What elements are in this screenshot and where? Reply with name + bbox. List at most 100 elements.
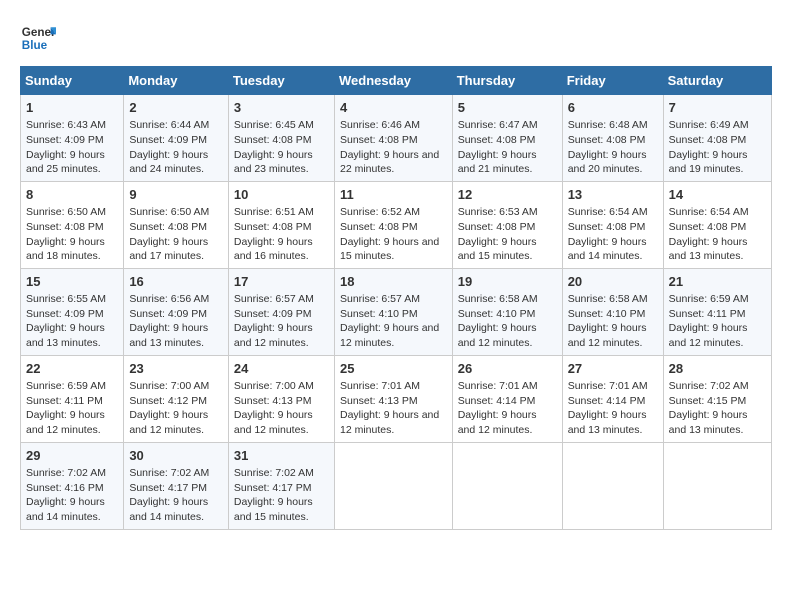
daylight-text: Daylight: 9 hours and 14 minutes. xyxy=(26,496,105,523)
daylight-text: Daylight: 9 hours and 17 minutes. xyxy=(129,236,208,263)
day-number: 13 xyxy=(568,186,658,204)
calendar-cell: 20Sunrise: 6:58 AMSunset: 4:10 PMDayligh… xyxy=(562,268,663,355)
calendar-week-row: 8Sunrise: 6:50 AMSunset: 4:08 PMDaylight… xyxy=(21,181,772,268)
daylight-text: Daylight: 9 hours and 12 minutes. xyxy=(129,409,208,436)
daylight-text: Daylight: 9 hours and 14 minutes. xyxy=(129,496,208,523)
day-number: 31 xyxy=(234,447,329,465)
day-number: 9 xyxy=(129,186,223,204)
day-number: 6 xyxy=(568,99,658,117)
sunset-text: Sunset: 4:08 PM xyxy=(340,221,418,233)
sunrise-text: Sunrise: 6:59 AM xyxy=(669,293,749,305)
sunset-text: Sunset: 4:14 PM xyxy=(458,395,536,407)
sunrise-text: Sunrise: 7:02 AM xyxy=(129,467,209,479)
calendar-cell: 21Sunrise: 6:59 AMSunset: 4:11 PMDayligh… xyxy=(663,268,771,355)
daylight-text: Daylight: 9 hours and 13 minutes. xyxy=(568,409,647,436)
column-header-wednesday: Wednesday xyxy=(334,67,452,95)
sunset-text: Sunset: 4:08 PM xyxy=(458,134,536,146)
daylight-text: Daylight: 9 hours and 12 minutes. xyxy=(340,409,439,436)
day-number: 27 xyxy=(568,360,658,378)
sunset-text: Sunset: 4:09 PM xyxy=(26,308,104,320)
day-number: 15 xyxy=(26,273,118,291)
day-number: 23 xyxy=(129,360,223,378)
daylight-text: Daylight: 9 hours and 15 minutes. xyxy=(458,236,537,263)
calendar-cell: 28Sunrise: 7:02 AMSunset: 4:15 PMDayligh… xyxy=(663,355,771,442)
day-number: 24 xyxy=(234,360,329,378)
daylight-text: Daylight: 9 hours and 12 minutes. xyxy=(458,409,537,436)
daylight-text: Daylight: 9 hours and 12 minutes. xyxy=(340,322,439,349)
sunset-text: Sunset: 4:08 PM xyxy=(129,221,207,233)
day-number: 12 xyxy=(458,186,557,204)
sunset-text: Sunset: 4:13 PM xyxy=(340,395,418,407)
column-header-friday: Friday xyxy=(562,67,663,95)
calendar-cell: 25Sunrise: 7:01 AMSunset: 4:13 PMDayligh… xyxy=(334,355,452,442)
daylight-text: Daylight: 9 hours and 15 minutes. xyxy=(234,496,313,523)
daylight-text: Daylight: 9 hours and 13 minutes. xyxy=(26,322,105,349)
day-number: 16 xyxy=(129,273,223,291)
sunrise-text: Sunrise: 6:59 AM xyxy=(26,380,106,392)
calendar-week-row: 1Sunrise: 6:43 AMSunset: 4:09 PMDaylight… xyxy=(21,95,772,182)
svg-text:Blue: Blue xyxy=(22,39,48,52)
daylight-text: Daylight: 9 hours and 24 minutes. xyxy=(129,149,208,176)
sunrise-text: Sunrise: 6:47 AM xyxy=(458,119,538,131)
daylight-text: Daylight: 9 hours and 18 minutes. xyxy=(26,236,105,263)
calendar-cell: 31 Sunrise: 7:02 AM Sunset: 4:17 PM Dayligh… xyxy=(228,442,334,529)
day-number: 5 xyxy=(458,99,557,117)
sunset-text: Sunset: 4:08 PM xyxy=(568,134,646,146)
calendar-cell: 23 Sunrise: 7:00 AM Sunset: 4:12 PM Dayligh… xyxy=(124,355,229,442)
daylight-text: Daylight: 9 hours and 15 minutes. xyxy=(340,236,439,263)
sunset-text: Sunset: 4:10 PM xyxy=(340,308,418,320)
sunrise-text: Sunrise: 7:00 AM xyxy=(129,380,209,392)
day-number: 3 xyxy=(234,99,329,117)
sunrise-text: Sunrise: 7:01 AM xyxy=(568,380,648,392)
sunrise-text: Sunrise: 7:01 AM xyxy=(458,380,538,392)
day-number: 28 xyxy=(669,360,766,378)
daylight-text: Daylight: 9 hours and 20 minutes. xyxy=(568,149,647,176)
sunset-text: Sunset: 4:09 PM xyxy=(129,308,207,320)
calendar-cell: 9 Sunrise: 6:50 AM Sunset: 4:08 PM Daylight… xyxy=(124,181,229,268)
day-number: 17 xyxy=(234,273,329,291)
logo: General Blue xyxy=(20,20,60,56)
calendar-cell xyxy=(452,442,562,529)
calendar-cell: 30Sunrise: 7:02 AMSunset: 4:17 PMDayligh… xyxy=(124,442,229,529)
sunset-text: Sunset: 4:08 PM xyxy=(234,134,312,146)
sunrise-text: Sunrise: 6:56 AM xyxy=(129,293,209,305)
sunrise-text: Sunrise: 6:57 AM xyxy=(340,293,420,305)
calendar-cell: 22Sunrise: 6:59 AMSunset: 4:11 PMDayligh… xyxy=(21,355,124,442)
daylight-text: Daylight: 9 hours and 12 minutes. xyxy=(234,409,313,436)
sunrise-text: Sunrise: 6:58 AM xyxy=(568,293,648,305)
daylight-text: Daylight: 9 hours and 14 minutes. xyxy=(568,236,647,263)
sunset-text: Sunset: 4:11 PM xyxy=(669,308,746,320)
sunrise-text: Sunrise: 6:49 AM xyxy=(669,119,749,131)
day-number: 4 xyxy=(340,99,447,117)
sunset-text: Sunset: 4:08 PM xyxy=(234,221,312,233)
day-number: 2 xyxy=(129,99,223,117)
day-number: 25 xyxy=(340,360,447,378)
day-number: 10 xyxy=(234,186,329,204)
sunset-text: Sunset: 4:12 PM xyxy=(129,395,207,407)
sunrise-text: Sunrise: 6:43 AM xyxy=(26,119,106,131)
sunset-text: Sunset: 4:17 PM xyxy=(234,482,312,494)
daylight-text: Daylight: 9 hours and 25 minutes. xyxy=(26,149,105,176)
calendar-cell: 6Sunrise: 6:48 AMSunset: 4:08 PMDaylight… xyxy=(562,95,663,182)
daylight-text: Daylight: 9 hours and 12 minutes. xyxy=(26,409,105,436)
sunset-text: Sunset: 4:09 PM xyxy=(129,134,207,146)
calendar-cell xyxy=(562,442,663,529)
calendar-cell: 12Sunrise: 6:53 AMSunset: 4:08 PMDayligh… xyxy=(452,181,562,268)
calendar-cell: 13Sunrise: 6:54 AMSunset: 4:08 PMDayligh… xyxy=(562,181,663,268)
sunrise-text: Sunrise: 6:44 AM xyxy=(129,119,209,131)
sunrise-text: Sunrise: 6:50 AM xyxy=(129,206,209,218)
daylight-text: Daylight: 9 hours and 13 minutes. xyxy=(669,409,748,436)
day-number: 19 xyxy=(458,273,557,291)
column-header-tuesday: Tuesday xyxy=(228,67,334,95)
day-number: 21 xyxy=(669,273,766,291)
sunset-text: Sunset: 4:11 PM xyxy=(26,395,103,407)
calendar-week-row: 15Sunrise: 6:55 AMSunset: 4:09 PMDayligh… xyxy=(21,268,772,355)
page-header: General Blue xyxy=(20,20,772,56)
calendar-body: 1Sunrise: 6:43 AMSunset: 4:09 PMDaylight… xyxy=(21,95,772,530)
calendar-cell: 24Sunrise: 7:00 AMSunset: 4:13 PMDayligh… xyxy=(228,355,334,442)
sunrise-text: Sunrise: 6:54 AM xyxy=(568,206,648,218)
sunrise-text: Sunrise: 7:02 AM xyxy=(234,467,314,479)
sunset-text: Sunset: 4:09 PM xyxy=(26,134,104,146)
calendar-cell: 17Sunrise: 6:57 AMSunset: 4:09 PMDayligh… xyxy=(228,268,334,355)
daylight-text: Daylight: 9 hours and 21 minutes. xyxy=(458,149,537,176)
